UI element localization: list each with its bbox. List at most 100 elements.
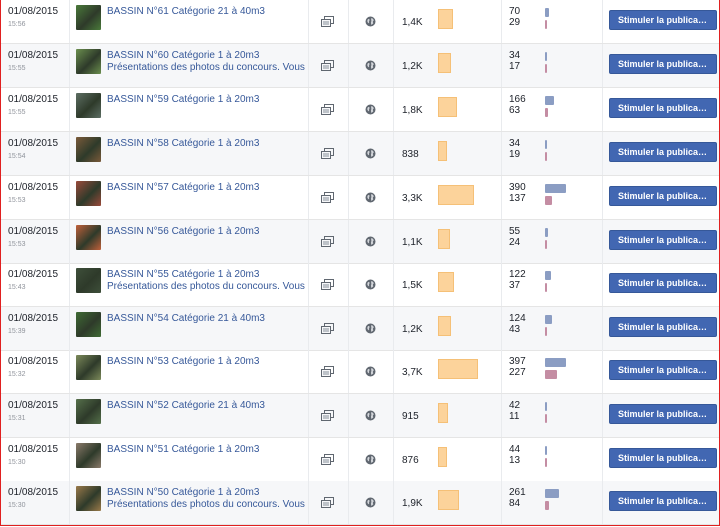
boost-post-button[interactable]: Stimuler la publica…: [609, 186, 717, 206]
boost-post-button[interactable]: Stimuler la publica…: [609, 230, 717, 250]
post-thumbnail[interactable]: [76, 93, 101, 118]
column-divider: [393, 263, 394, 306]
shared-post-icon: [321, 279, 334, 293]
column-divider: [348, 88, 349, 131]
engagement-bar-primary: [545, 96, 554, 105]
column-divider: [501, 350, 502, 393]
post-title-link[interactable]: BASSIN N°59 Catégorie 1 à 20m3: [107, 94, 259, 105]
reach-value: 1,5K: [402, 280, 423, 291]
column-divider: [348, 263, 349, 306]
post-title-link[interactable]: BASSIN N°58 Catégorie 1 à 20m3: [107, 138, 259, 149]
globe-icon: [365, 454, 376, 468]
shared-post-icon: [321, 454, 334, 468]
post-date: 01/08/2015: [8, 182, 59, 193]
post-thumbnail[interactable]: [76, 312, 101, 337]
post-title-link[interactable]: BASSIN N°53 Catégorie 1 à 20m3: [107, 356, 259, 367]
column-divider: [602, 132, 603, 175]
reach-bar: [438, 141, 447, 161]
post-thumbnail[interactable]: [76, 49, 101, 74]
shared-post-icon: [321, 192, 334, 206]
post-description-link[interactable]: Présentations des photos du concours. Vo…: [107, 499, 305, 510]
column-divider: [393, 438, 394, 481]
post-title-link[interactable]: BASSIN N°55 Catégorie 1 à 20m3: [107, 269, 259, 280]
post-thumbnail[interactable]: [76, 486, 101, 511]
shared-post-icon: [321, 323, 334, 337]
boost-post-button[interactable]: Stimuler la publica…: [609, 54, 717, 74]
boost-post-button[interactable]: Stimuler la publica…: [609, 142, 717, 162]
engagement-count-secondary: 17: [509, 61, 521, 72]
reach-value: 915: [402, 411, 419, 422]
globe-icon: [365, 236, 376, 250]
post-title-link[interactable]: BASSIN N°56 Catégorie 1 à 20m3: [107, 226, 259, 237]
column-divider: [348, 176, 349, 219]
engagement-bar-primary: [545, 271, 551, 280]
post-thumbnail[interactable]: [76, 443, 101, 468]
column-divider: [393, 220, 394, 263]
globe-icon: [365, 192, 376, 206]
post-date: 01/08/2015: [8, 313, 59, 324]
post-time: 15:56: [8, 21, 26, 28]
column-divider: [308, 0, 309, 43]
post-description-link[interactable]: Présentations des photos du concours. Vo…: [107, 62, 305, 73]
post-thumbnail[interactable]: [76, 5, 101, 30]
shared-post-icon: [321, 148, 334, 162]
post-row: 01/08/2015 15:53 BASSIN N°56 Catégorie 1 à…: [1, 220, 719, 264]
engagement-bar-secondary: [545, 414, 547, 423]
column-divider: [69, 220, 70, 263]
engagement-count-secondary: 13: [509, 455, 521, 466]
post-thumbnail[interactable]: [76, 137, 101, 162]
boost-post-button[interactable]: Stimuler la publica…: [609, 491, 717, 511]
column-divider: [308, 350, 309, 393]
column-divider: [501, 176, 502, 219]
shared-post-icon: [321, 410, 334, 424]
globe-icon: [365, 148, 376, 162]
reach-bar: [438, 97, 457, 117]
column-divider: [308, 88, 309, 131]
globe-icon: [365, 60, 376, 74]
engagement-bar-secondary: [545, 152, 547, 161]
boost-post-button[interactable]: Stimuler la publica…: [609, 10, 717, 30]
post-date: 01/08/2015: [8, 400, 59, 411]
post-thumbnail[interactable]: [76, 399, 101, 424]
post-title-link[interactable]: BASSIN N°57 Catégorie 1 à 20m3: [107, 182, 259, 193]
post-thumbnail[interactable]: [76, 181, 101, 206]
post-title-link[interactable]: BASSIN N°60 Catégorie 1 à 20m3: [107, 50, 259, 61]
engagement-bar-primary: [545, 52, 547, 61]
post-thumbnail[interactable]: [76, 355, 101, 380]
post-time: 15:53: [8, 241, 26, 248]
column-divider: [348, 394, 349, 437]
post-thumbnail[interactable]: [76, 225, 101, 250]
post-time: 15:55: [8, 109, 26, 116]
post-title-link[interactable]: BASSIN N°50 Catégorie 1 à 20m3: [107, 487, 259, 498]
column-divider: [602, 0, 603, 43]
boost-post-button[interactable]: Stimuler la publica…: [609, 273, 717, 293]
boost-post-button[interactable]: Stimuler la publica…: [609, 317, 717, 337]
engagement-bar-primary: [545, 315, 552, 324]
post-title-link[interactable]: BASSIN N°51 Catégorie 1 à 20m3: [107, 444, 259, 455]
engagement-bar-secondary: [545, 283, 547, 292]
column-divider: [602, 263, 603, 306]
boost-post-button[interactable]: Stimuler la publica…: [609, 448, 717, 468]
post-description-link[interactable]: Présentations des photos du concours. Vo…: [107, 281, 305, 292]
shared-post-icon: [321, 104, 334, 118]
globe-icon: [365, 410, 376, 424]
column-divider: [501, 44, 502, 87]
boost-post-button[interactable]: Stimuler la publica…: [609, 360, 717, 380]
post-row: 01/08/2015 15:32 BASSIN N°53 Catégorie 1 à…: [1, 350, 719, 394]
post-date: 01/08/2015: [8, 487, 59, 498]
column-divider: [348, 220, 349, 263]
reach-bar: [438, 316, 451, 336]
engagement-count-secondary: 29: [509, 17, 521, 28]
boost-post-button[interactable]: Stimuler la publica…: [609, 98, 717, 118]
shared-post-icon: [321, 497, 334, 511]
engagement-count-secondary: 11: [509, 411, 520, 422]
post-title-link[interactable]: BASSIN N°61 Catégorie 21 à 40m3: [107, 6, 265, 17]
column-divider: [308, 263, 309, 306]
post-row: 01/08/2015 15:43 BASSIN N°55 Catégorie 1 à…: [1, 263, 719, 307]
post-thumbnail[interactable]: [76, 268, 101, 293]
post-title-link[interactable]: BASSIN N°54 Catégorie 21 à 40m3: [107, 313, 265, 324]
globe-icon: [365, 16, 376, 30]
post-title-link[interactable]: BASSIN N°52 Catégorie 21 à 40m3: [107, 400, 265, 411]
boost-post-button[interactable]: Stimuler la publica…: [609, 404, 717, 424]
globe-icon: [365, 279, 376, 293]
